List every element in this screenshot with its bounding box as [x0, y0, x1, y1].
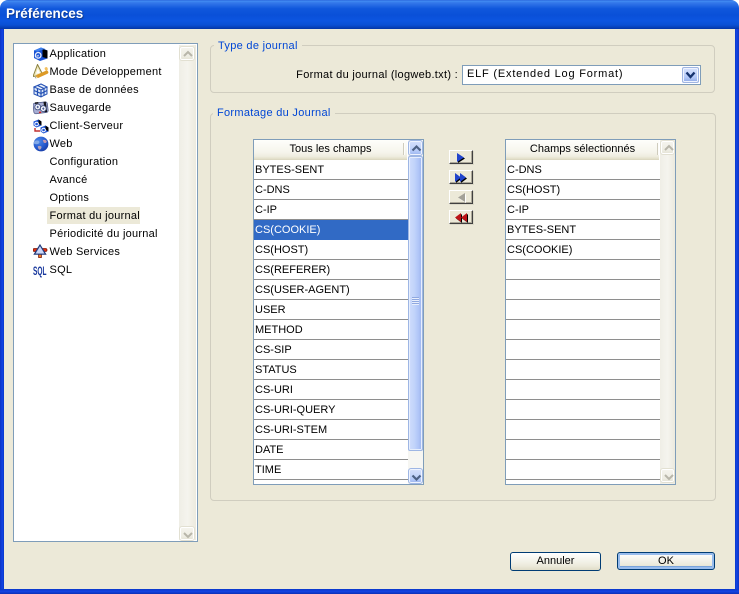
- svg-text:SQL: SQL: [33, 264, 47, 278]
